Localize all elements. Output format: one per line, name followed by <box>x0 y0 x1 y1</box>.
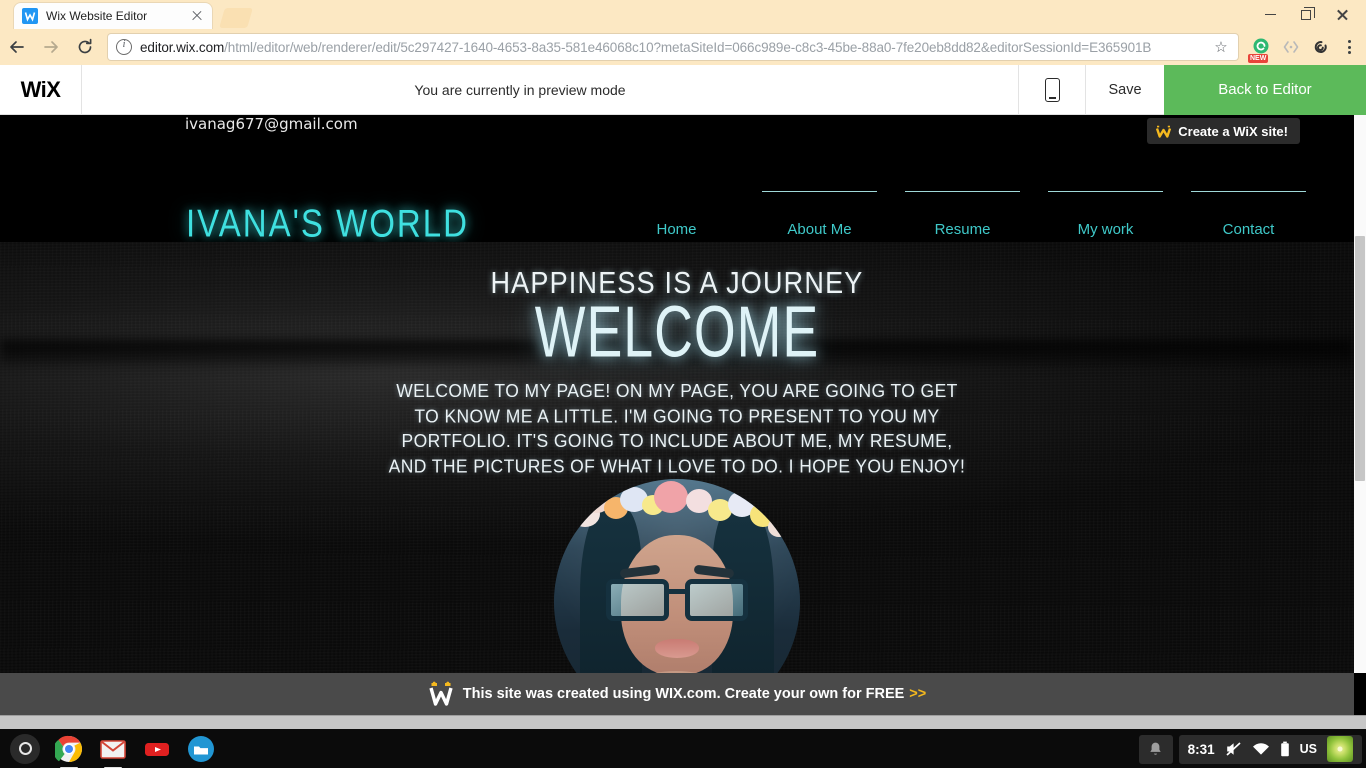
wix-favicon-icon <box>22 8 38 24</box>
save-button[interactable]: Save <box>1086 65 1164 115</box>
site-brand-title: IVANA'S WORLD <box>186 201 469 246</box>
site-nav-item-about-me[interactable]: About Me <box>748 191 891 238</box>
wix-footer-banner[interactable]: This site was created using WIX.com. Cre… <box>0 673 1354 715</box>
browser-toolbar: editor.wix.com/html/editor/web/renderer/… <box>0 29 1366 65</box>
browser-tab-title: Wix Website Editor <box>46 9 190 23</box>
extension-new-badge: NEW <box>1248 54 1268 63</box>
mobile-phone-icon[interactable] <box>1019 65 1085 115</box>
site-preview-viewport: Create a WiX site! ivanag677@gmail.com I… <box>0 115 1354 673</box>
horizontal-scrollbar[interactable] <box>0 715 1366 729</box>
hero-paragraph-line: WELCOME TO MY PAGE! ON MY PAGE, YOU ARE … <box>0 379 1354 404</box>
profile-photo <box>554 479 800 673</box>
profile-photo-image <box>554 479 800 673</box>
create-wix-site-badge[interactable]: Create a WiX site! <box>1147 118 1300 144</box>
site-nav-item-my-work[interactable]: My work <box>1034 191 1177 238</box>
site-email: ivanag677@gmail.com <box>185 115 358 133</box>
url-path: /html/editor/web/renderer/edit/5c297427-… <box>224 40 1151 55</box>
hero-paragraph-line: TO KNOW ME A LITTLE. I'M GOING TO PRESEN… <box>0 404 1354 429</box>
wix-badge-logo-icon <box>1155 124 1172 139</box>
new-tab-button[interactable] <box>219 8 253 28</box>
wifi-icon[interactable] <box>1252 742 1270 756</box>
chrome-app-icon[interactable] <box>52 732 86 766</box>
three-dots-menu-icon[interactable] <box>1336 32 1362 62</box>
create-badge-prefix: Create a <box>1178 124 1229 139</box>
tray-status-area[interactable]: 8:31 US <box>1179 735 1362 764</box>
taskbar-apps <box>8 729 218 768</box>
extensions-area: NEW <box>1246 32 1366 62</box>
star-icon[interactable]: ☆ <box>1212 38 1230 56</box>
url-host: editor.wix.com <box>140 40 224 55</box>
wix-footer-text: This site was created using WIX.com. Cre… <box>463 686 905 702</box>
taskbar: 8:31 US <box>0 729 1366 768</box>
site-nav-item-resume[interactable]: Resume <box>891 191 1034 238</box>
site-navigation: Home About Me Resume My work Contact <box>605 191 1320 238</box>
address-bar[interactable]: editor.wix.com/html/editor/web/renderer/… <box>108 34 1238 60</box>
tab-close-icon[interactable] <box>190 9 204 23</box>
hero-paragraph-line: AND THE PICTURES OF WHAT I LOVE TO DO. I… <box>0 454 1354 479</box>
launcher-button[interactable] <box>8 732 42 766</box>
address-bar-url: editor.wix.com/html/editor/web/renderer/… <box>140 40 1206 55</box>
glasses-shape <box>606 579 748 623</box>
battery-full-icon[interactable] <box>1280 741 1290 757</box>
window-controls <box>1252 0 1360 29</box>
site-nav-item-contact[interactable]: Contact <box>1177 191 1320 238</box>
forward-button[interactable] <box>34 30 68 64</box>
browser-tab-strip: Wix Website Editor <box>0 0 1366 29</box>
user-avatar[interactable] <box>1327 736 1353 762</box>
hero-paragraph-line: PORTFOLIO. IT'S GOING TO INCLUDE ABOUT M… <box>0 429 1354 454</box>
launcher-circle-icon <box>10 734 40 764</box>
extension-green-icon[interactable]: NEW <box>1246 32 1276 62</box>
site-scrollbar-track[interactable] <box>1354 115 1366 673</box>
info-circle-icon[interactable] <box>116 39 132 55</box>
volume-muted-icon[interactable] <box>1225 741 1242 757</box>
site-nav-item-home[interactable]: Home <box>605 191 748 238</box>
hero-content: HAPPINESS IS A JOURNEY WELCOME WELCOME T… <box>0 268 1354 476</box>
extension-code-icon[interactable] <box>1276 32 1306 62</box>
preview-mode-message: You are currently in preview mode <box>22 82 1018 98</box>
system-tray: 8:31 US <box>1139 734 1362 764</box>
keyboard-language[interactable]: US <box>1300 742 1317 756</box>
notification-bell-icon[interactable] <box>1139 735 1173 764</box>
back-button[interactable] <box>0 30 34 64</box>
site-scrollbar-thumb[interactable] <box>1355 236 1365 481</box>
wix-footer-logo-icon <box>428 680 454 708</box>
tray-clock[interactable]: 8:31 <box>1188 742 1215 757</box>
window-close-button[interactable] <box>1324 0 1360 29</box>
files-app-icon[interactable] <box>184 732 218 766</box>
youtube-app-icon[interactable] <box>140 732 174 766</box>
create-badge-brand: WiX <box>1233 124 1257 139</box>
window-maximize-button[interactable] <box>1288 0 1324 29</box>
browser-tab[interactable]: Wix Website Editor <box>14 3 212 29</box>
gmail-app-icon[interactable] <box>96 732 130 766</box>
wix-footer-arrows[interactable]: >> <box>909 686 926 702</box>
screen: Wix Website Editor editor.wix.com/html/e… <box>0 0 1366 768</box>
flower-crown-shape <box>568 481 786 547</box>
extension-spiral-icon[interactable] <box>1306 32 1336 62</box>
back-to-editor-button[interactable]: Back to Editor <box>1164 65 1366 115</box>
hero-heading: WELCOME <box>27 296 1327 369</box>
window-minimize-button[interactable] <box>1252 0 1288 29</box>
wix-editor-toolbar: WiX You are currently in preview mode Sa… <box>0 65 1366 115</box>
create-badge-suffix: site! <box>1261 124 1288 139</box>
hero-section: HAPPINESS IS A JOURNEY WELCOME WELCOME T… <box>0 242 1354 673</box>
reload-button[interactable] <box>68 30 102 64</box>
hero-paragraph: WELCOME TO MY PAGE! ON MY PAGE, YOU ARE … <box>0 379 1354 479</box>
